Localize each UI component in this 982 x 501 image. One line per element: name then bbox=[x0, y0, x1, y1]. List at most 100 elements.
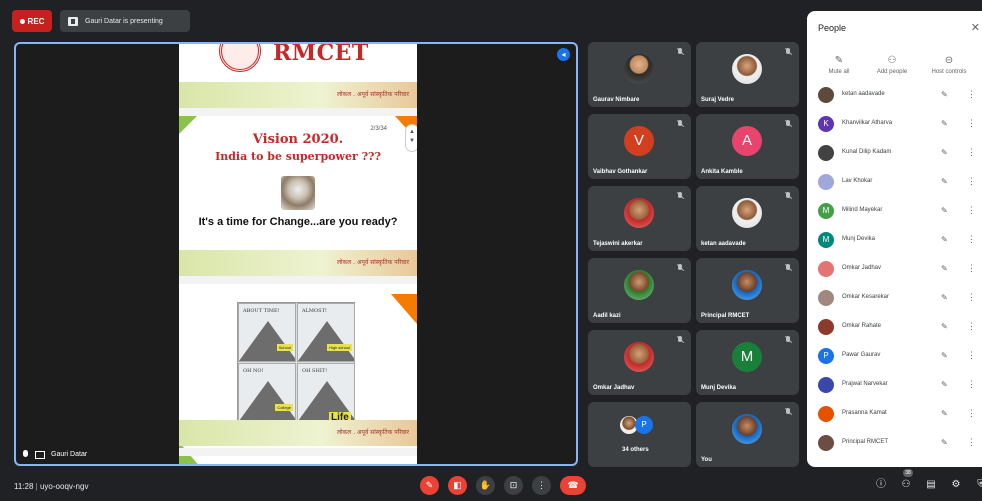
participant-tile[interactable]: V Vaibhav Gothankar bbox=[588, 114, 691, 179]
india-subheading: India to be superpower ??? bbox=[215, 150, 381, 163]
participant-tile[interactable]: Aadil kazi bbox=[588, 258, 691, 323]
presenter-tag: Gauri Datar bbox=[22, 450, 87, 459]
hangup-button[interactable]: ☎ bbox=[560, 476, 586, 495]
list-item[interactable]: ketan aadavade ✎ ⋮ bbox=[807, 81, 982, 110]
mic-off-icon bbox=[678, 336, 683, 343]
participant-tile[interactable]: Tejaswini akerkar bbox=[588, 186, 691, 251]
info-icon[interactable]: ⓘ bbox=[874, 478, 888, 492]
list-item[interactable]: Omkar Kesarekar ✎ ⋮ bbox=[807, 284, 982, 313]
list-item[interactable]: Lav Khokar ✎ ⋮ bbox=[807, 168, 982, 197]
people-icon[interactable]: ⚇ 38 bbox=[899, 469, 913, 492]
more-options-button[interactable]: ⋮ bbox=[532, 476, 551, 495]
participant-tile[interactable]: Principal RMCET bbox=[696, 258, 799, 323]
avatar bbox=[818, 406, 834, 422]
list-item[interactable]: Principal RMCET ✎ ⋮ bbox=[807, 429, 982, 458]
participant-name: Ankita Kamble bbox=[701, 169, 743, 175]
list-item[interactable]: P Pawar Gaurav ✎ ⋮ bbox=[807, 342, 982, 371]
avatar bbox=[624, 54, 654, 84]
page-separator bbox=[179, 108, 417, 116]
add-people-button[interactable]: ⚇ Add people bbox=[864, 53, 920, 75]
avatar bbox=[818, 377, 834, 393]
list-item[interactable]: Prasanna Kamat ✎ ⋮ bbox=[807, 400, 982, 429]
list-item[interactable]: K Khanvilkar Atharva ✎ ⋮ bbox=[807, 110, 982, 139]
mic-off-icon bbox=[678, 48, 683, 55]
mic-toggle-button[interactable]: ✎ bbox=[420, 476, 439, 495]
more-icon[interactable]: ⋮ bbox=[967, 147, 976, 158]
speaker-activity-icon: ◂ bbox=[557, 48, 570, 61]
meeting-code: uyo-ooqv-ngv bbox=[39, 482, 89, 491]
change-text: It's a time for Change...are you ready? bbox=[198, 216, 398, 228]
more-icon[interactable]: ⋮ bbox=[967, 437, 976, 448]
mic-off-icon bbox=[678, 192, 683, 199]
more-icon[interactable]: ⋮ bbox=[967, 118, 976, 129]
person-name: Pawar Gaurav bbox=[842, 352, 881, 358]
person-name: Omkar Jadhav bbox=[842, 265, 882, 271]
mute-all-button[interactable]: ✎ Mute all bbox=[811, 53, 867, 75]
participants-count: 38 bbox=[903, 469, 913, 477]
avatar bbox=[818, 319, 834, 335]
participant-tile[interactable]: M Munj Devika bbox=[696, 330, 799, 395]
record-dot-icon bbox=[19, 18, 25, 24]
page-separator bbox=[179, 448, 417, 456]
rmcet-logo bbox=[219, 44, 261, 72]
activities-icon[interactable]: ⚙ bbox=[949, 478, 963, 492]
self-tile[interactable]: You bbox=[696, 402, 799, 467]
participant-tile[interactable]: Gaurav Nimbare bbox=[588, 42, 691, 107]
mic-off-icon: ✎ bbox=[941, 119, 948, 128]
more-icon[interactable]: ⋮ bbox=[967, 176, 976, 187]
close-icon[interactable]: ✕ bbox=[971, 21, 980, 34]
participant-tile[interactable]: Omkar Jadhav bbox=[588, 330, 691, 395]
others-tile[interactable]: P 34 others bbox=[588, 402, 691, 467]
others-count: 34 others bbox=[622, 447, 649, 453]
meet-window: REC Gauri Datar is presenting RMCET लोकल… bbox=[0, 0, 982, 501]
camera-toggle-button[interactable]: ◧ bbox=[448, 476, 467, 495]
participant-tile[interactable]: A Ankita Kamble bbox=[696, 114, 799, 179]
avatar bbox=[818, 435, 834, 451]
participant-name: Principal RMCET bbox=[701, 313, 750, 319]
more-icon[interactable]: ⋮ bbox=[967, 234, 976, 245]
person-name: Omkar Rahate bbox=[842, 323, 882, 329]
more-icon[interactable]: ⋮ bbox=[967, 89, 976, 100]
lock-icon[interactable]: ⛨ bbox=[974, 478, 982, 492]
list-item[interactable]: Kunal Dilip Kadam ✎ ⋮ bbox=[807, 139, 982, 168]
raise-hand-button[interactable]: ✋ bbox=[476, 476, 495, 495]
more-icon[interactable]: ⋮ bbox=[967, 263, 976, 274]
mic-off-icon: ✎ bbox=[941, 206, 948, 215]
avatar bbox=[732, 270, 762, 300]
corner-decoration bbox=[391, 294, 417, 324]
portrait-image bbox=[281, 176, 315, 210]
cartoon-label: High school bbox=[327, 344, 352, 351]
more-icon[interactable]: ⋮ bbox=[967, 321, 976, 332]
participant-tile[interactable]: Suraj Vedre bbox=[696, 42, 799, 107]
participant-tile[interactable]: ketan aadavade bbox=[696, 186, 799, 251]
list-item[interactable]: Omkar Jadhav ✎ ⋮ bbox=[807, 255, 982, 284]
band-text: लोकल . अपूर्व सांस्कृतिक परिवार bbox=[336, 259, 409, 266]
more-icon[interactable]: ⋮ bbox=[967, 205, 976, 216]
host-controls-button[interactable]: ⊝ Host controls bbox=[921, 53, 977, 75]
more-icon[interactable]: ⋮ bbox=[967, 292, 976, 303]
more-icon[interactable]: ⋮ bbox=[967, 408, 976, 419]
presenting-text: Gauri Datar is presenting bbox=[85, 17, 163, 25]
band-text: लोकल . अपूर्व सांस्कृतिक परिवार bbox=[336, 91, 409, 98]
mic-off-icon bbox=[678, 264, 683, 271]
avatar bbox=[818, 174, 834, 190]
mic-off-icon: ✎ bbox=[941, 177, 948, 186]
panel-title: People bbox=[818, 23, 847, 33]
mic-off-icon: ✎ bbox=[941, 235, 948, 244]
present-button[interactable]: ⊡ bbox=[504, 476, 523, 495]
avatar: P bbox=[818, 348, 834, 364]
presenting-banner: Gauri Datar is presenting bbox=[60, 10, 190, 32]
list-item[interactable]: Omkar Rahate ✎ ⋮ bbox=[807, 313, 982, 342]
list-item[interactable]: M Milind Mayekar ✎ ⋮ bbox=[807, 197, 982, 226]
list-item[interactable]: Prajwal Narvekar ✎ ⋮ bbox=[807, 371, 982, 400]
more-icon[interactable]: ⋮ bbox=[967, 379, 976, 390]
present-icon bbox=[35, 450, 45, 459]
more-icon[interactable]: ⋮ bbox=[967, 350, 976, 361]
mic-off-icon bbox=[786, 408, 791, 415]
list-item[interactable]: M Munj Devika ✎ ⋮ bbox=[807, 226, 982, 255]
chat-icon[interactable]: ▤ bbox=[924, 478, 938, 492]
mic-off-icon bbox=[678, 120, 683, 127]
avatar: P bbox=[635, 416, 653, 434]
participant-name: ketan aadavade bbox=[701, 241, 746, 247]
presentation-stage[interactable]: RMCET लोकल . अपूर्व सांस्कृतिक परिवार 2/… bbox=[14, 42, 578, 466]
